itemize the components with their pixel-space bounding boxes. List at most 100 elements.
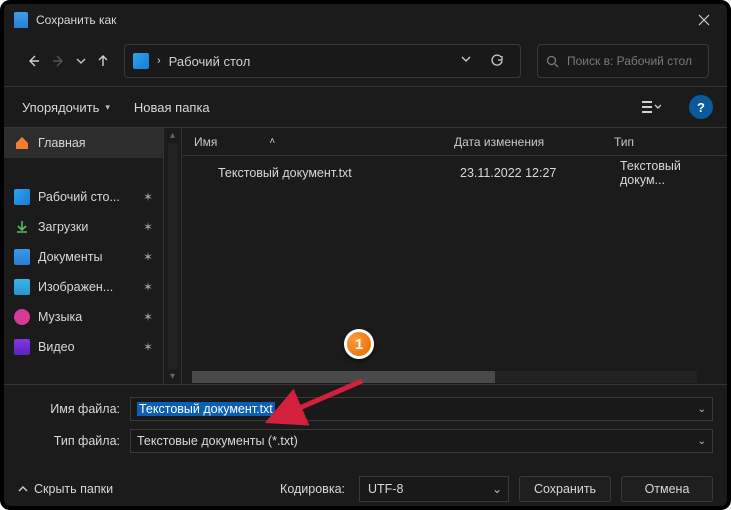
new-folder-button[interactable]: Новая папка [130, 87, 214, 127]
forward-button[interactable] [48, 47, 70, 75]
refresh-button[interactable] [480, 44, 514, 78]
pin-icon: ✶ [143, 280, 153, 294]
view-options-button[interactable] [635, 91, 667, 123]
txt-file-icon [194, 165, 210, 181]
nav-row: › Рабочий стол Поиск в: Рабочий стол [4, 36, 727, 86]
search-icon [546, 55, 559, 68]
scroll-thumb[interactable] [192, 371, 495, 383]
desktop-icon [133, 53, 149, 69]
save-button[interactable]: Сохранить [519, 476, 611, 502]
filename-value: Текстовый документ.txt [137, 402, 275, 416]
recent-dropdown[interactable] [74, 47, 88, 75]
sidebar-scrollbar[interactable]: ▴ ▾ [164, 128, 182, 384]
pin-icon: ✶ [143, 310, 153, 324]
list-view-icon [641, 99, 661, 115]
table-row[interactable]: Текстовый документ.txt 23.11.2022 12:27 … [182, 156, 727, 190]
scroll-down-icon: ▾ [170, 371, 175, 382]
home-icon [14, 135, 30, 151]
column-type[interactable]: Тип [614, 135, 727, 149]
encoding-label: Кодировка: [280, 482, 345, 496]
new-folder-label: Новая папка [134, 100, 210, 115]
column-headers: Имя ˄ Дата изменения Тип [182, 128, 727, 156]
column-name[interactable]: Имя ˄ [194, 135, 454, 149]
close-icon [698, 14, 710, 26]
file-type: Текстовый докум... [620, 159, 727, 187]
search-input[interactable]: Поиск в: Рабочий стол [537, 44, 709, 78]
sidebar-item-downloads[interactable]: Загрузки ✶ [4, 212, 163, 242]
pin-icon: ✶ [143, 220, 153, 234]
close-button[interactable] [681, 4, 727, 36]
pin-icon: ✶ [143, 190, 153, 204]
column-name-label: Имя [194, 135, 217, 149]
sidebar-item-pictures[interactable]: Изображен... ✶ [4, 272, 163, 302]
filetype-value: Текстовые документы (*.txt) [137, 434, 298, 448]
pictures-icon [14, 279, 30, 295]
breadcrumb-current[interactable]: Рабочий стол [169, 54, 452, 69]
encoding-select[interactable]: UTF-8 [359, 476, 509, 502]
downloads-icon [14, 219, 30, 235]
arrow-up-icon [96, 54, 110, 68]
chevron-down-icon[interactable]: ⌄ [698, 436, 706, 447]
up-button[interactable] [92, 47, 114, 75]
chevron-down-icon [76, 56, 86, 66]
file-name: Текстовый документ.txt [218, 166, 460, 180]
sidebar-item-desktop[interactable]: Рабочий сто... ✶ [4, 182, 163, 212]
sidebar-item-label: Изображен... [38, 280, 113, 294]
chevron-down-icon [460, 53, 472, 65]
file-date: 23.11.2022 12:27 [460, 166, 620, 180]
arrow-left-icon [26, 54, 40, 68]
sidebar-item-label: Документы [38, 250, 102, 264]
address-bar[interactable]: › Рабочий стол [124, 44, 521, 78]
filename-input[interactable]: Текстовый документ.txt ⌄ [130, 397, 713, 421]
sidebar-item-documents[interactable]: Документы ✶ [4, 242, 163, 272]
file-pane: Имя ˄ Дата изменения Тип Текстовый докум… [182, 128, 727, 384]
organize-label: Упорядочить [22, 100, 99, 115]
help-button[interactable]: ? [689, 95, 713, 119]
window-title: Сохранить как [36, 13, 116, 27]
chevron-up-icon [18, 484, 28, 494]
sidebar-item-label: Видео [38, 340, 75, 354]
arrow-right-icon [52, 54, 66, 68]
back-button[interactable] [22, 47, 44, 75]
sidebar-item-label: Загрузки [38, 220, 88, 234]
sidebar-item-label: Рабочий сто... [38, 190, 120, 204]
sidebar-item-music[interactable]: Музыка ✶ [4, 302, 163, 332]
sort-asc-icon: ˄ [269, 136, 275, 147]
sidebar-item-video[interactable]: Видео ✶ [4, 332, 163, 362]
dialog-footer: Скрыть папки Кодировка: UTF-8 Сохранить … [4, 465, 727, 510]
hide-folders-label: Скрыть папки [34, 482, 113, 496]
toolbar: Упорядочить ▾ Новая папка ? [4, 86, 727, 128]
horizontal-scrollbar[interactable] [192, 370, 697, 384]
refresh-icon [490, 54, 504, 68]
cancel-button[interactable]: Отмена [621, 476, 713, 502]
breadcrumb-sep: › [157, 55, 161, 67]
annotation-badge: 1 [344, 329, 374, 359]
address-dropdown[interactable] [460, 52, 472, 70]
desktop-icon [14, 189, 30, 205]
pin-icon: ✶ [143, 340, 153, 354]
form-area: Имя файла: Текстовый документ.txt ⌄ Тип … [4, 384, 727, 465]
chevron-down-icon: ▾ [105, 102, 110, 113]
search-placeholder: Поиск в: Рабочий стол [567, 54, 692, 68]
hide-folders-button[interactable]: Скрыть папки [18, 482, 113, 496]
sidebar-item-label: Музыка [38, 310, 82, 324]
sidebar: Главная Рабочий сто... ✶ Загрузки ✶ Доку… [4, 128, 164, 384]
filename-label: Имя файла: [18, 402, 130, 416]
organize-button[interactable]: Упорядочить ▾ [18, 87, 114, 127]
scroll-up-icon: ▴ [170, 130, 175, 141]
music-icon [14, 309, 30, 325]
pin-icon: ✶ [143, 250, 153, 264]
filetype-label: Тип файла: [18, 434, 130, 448]
chevron-down-icon[interactable]: ⌄ [698, 404, 706, 415]
column-date[interactable]: Дата изменения [454, 135, 614, 149]
encoding-value: UTF-8 [368, 482, 403, 496]
scroll-track[interactable] [168, 143, 178, 369]
sidebar-item-home[interactable]: Главная [4, 128, 163, 158]
notepad-icon [14, 12, 28, 28]
titlebar: Сохранить как [4, 4, 727, 36]
sidebar-item-label: Главная [38, 136, 86, 150]
video-icon [14, 339, 30, 355]
documents-icon [14, 249, 30, 265]
filetype-select[interactable]: Текстовые документы (*.txt) ⌄ [130, 429, 713, 453]
save-as-dialog: Сохранить как › Рабочий стол [0, 0, 731, 510]
